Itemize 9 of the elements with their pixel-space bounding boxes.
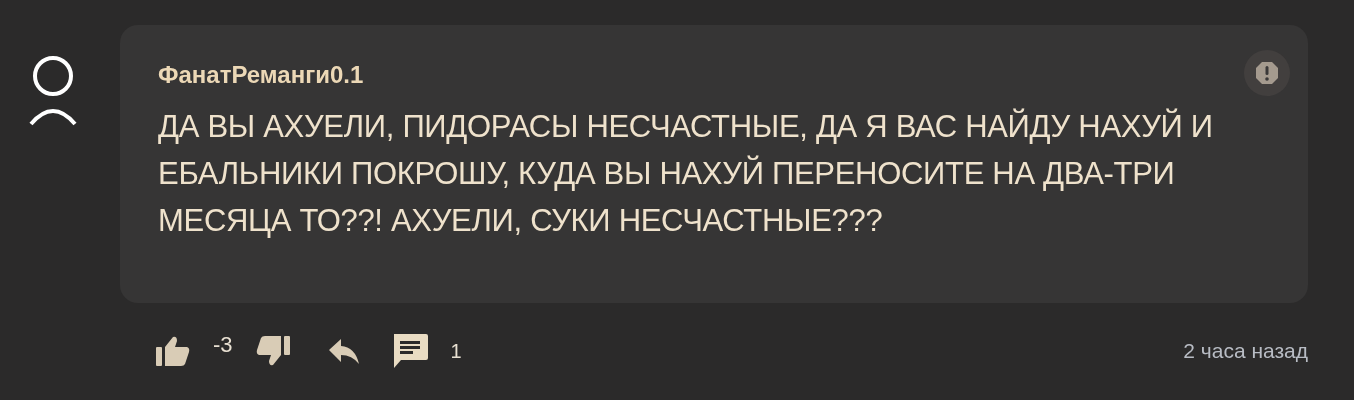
comment-text: ДА ВЫ АХУЕЛИ, ПИДОРАСЫ НЕСЧАСТНЫЕ, ДА Я ВАС НАЙДУ НАХУЙ И ЕБАЛЬНИКИ ПОКРОШУ, КУДА ВЫ НАХУЙ ПЕРЕНОСИТЕ НА ДВА-ТРИ МЕСЯЦА ТО??! АХУЕЛИ, СУКИ НЕСЧАСТНЫЕ??? (158, 107, 1214, 240)
replies-count: 1 (450, 339, 462, 363)
thumbs-up-icon[interactable] (155, 335, 191, 367)
author-name[interactable]: ФанатРеманги0.1 (158, 61, 364, 89)
report-button[interactable] (1244, 50, 1290, 96)
score: -3 (213, 332, 233, 358)
warning-icon (1255, 61, 1279, 85)
thumbs-down-icon[interactable] (254, 335, 291, 367)
timestamp: 2 часа назад (1183, 339, 1308, 363)
